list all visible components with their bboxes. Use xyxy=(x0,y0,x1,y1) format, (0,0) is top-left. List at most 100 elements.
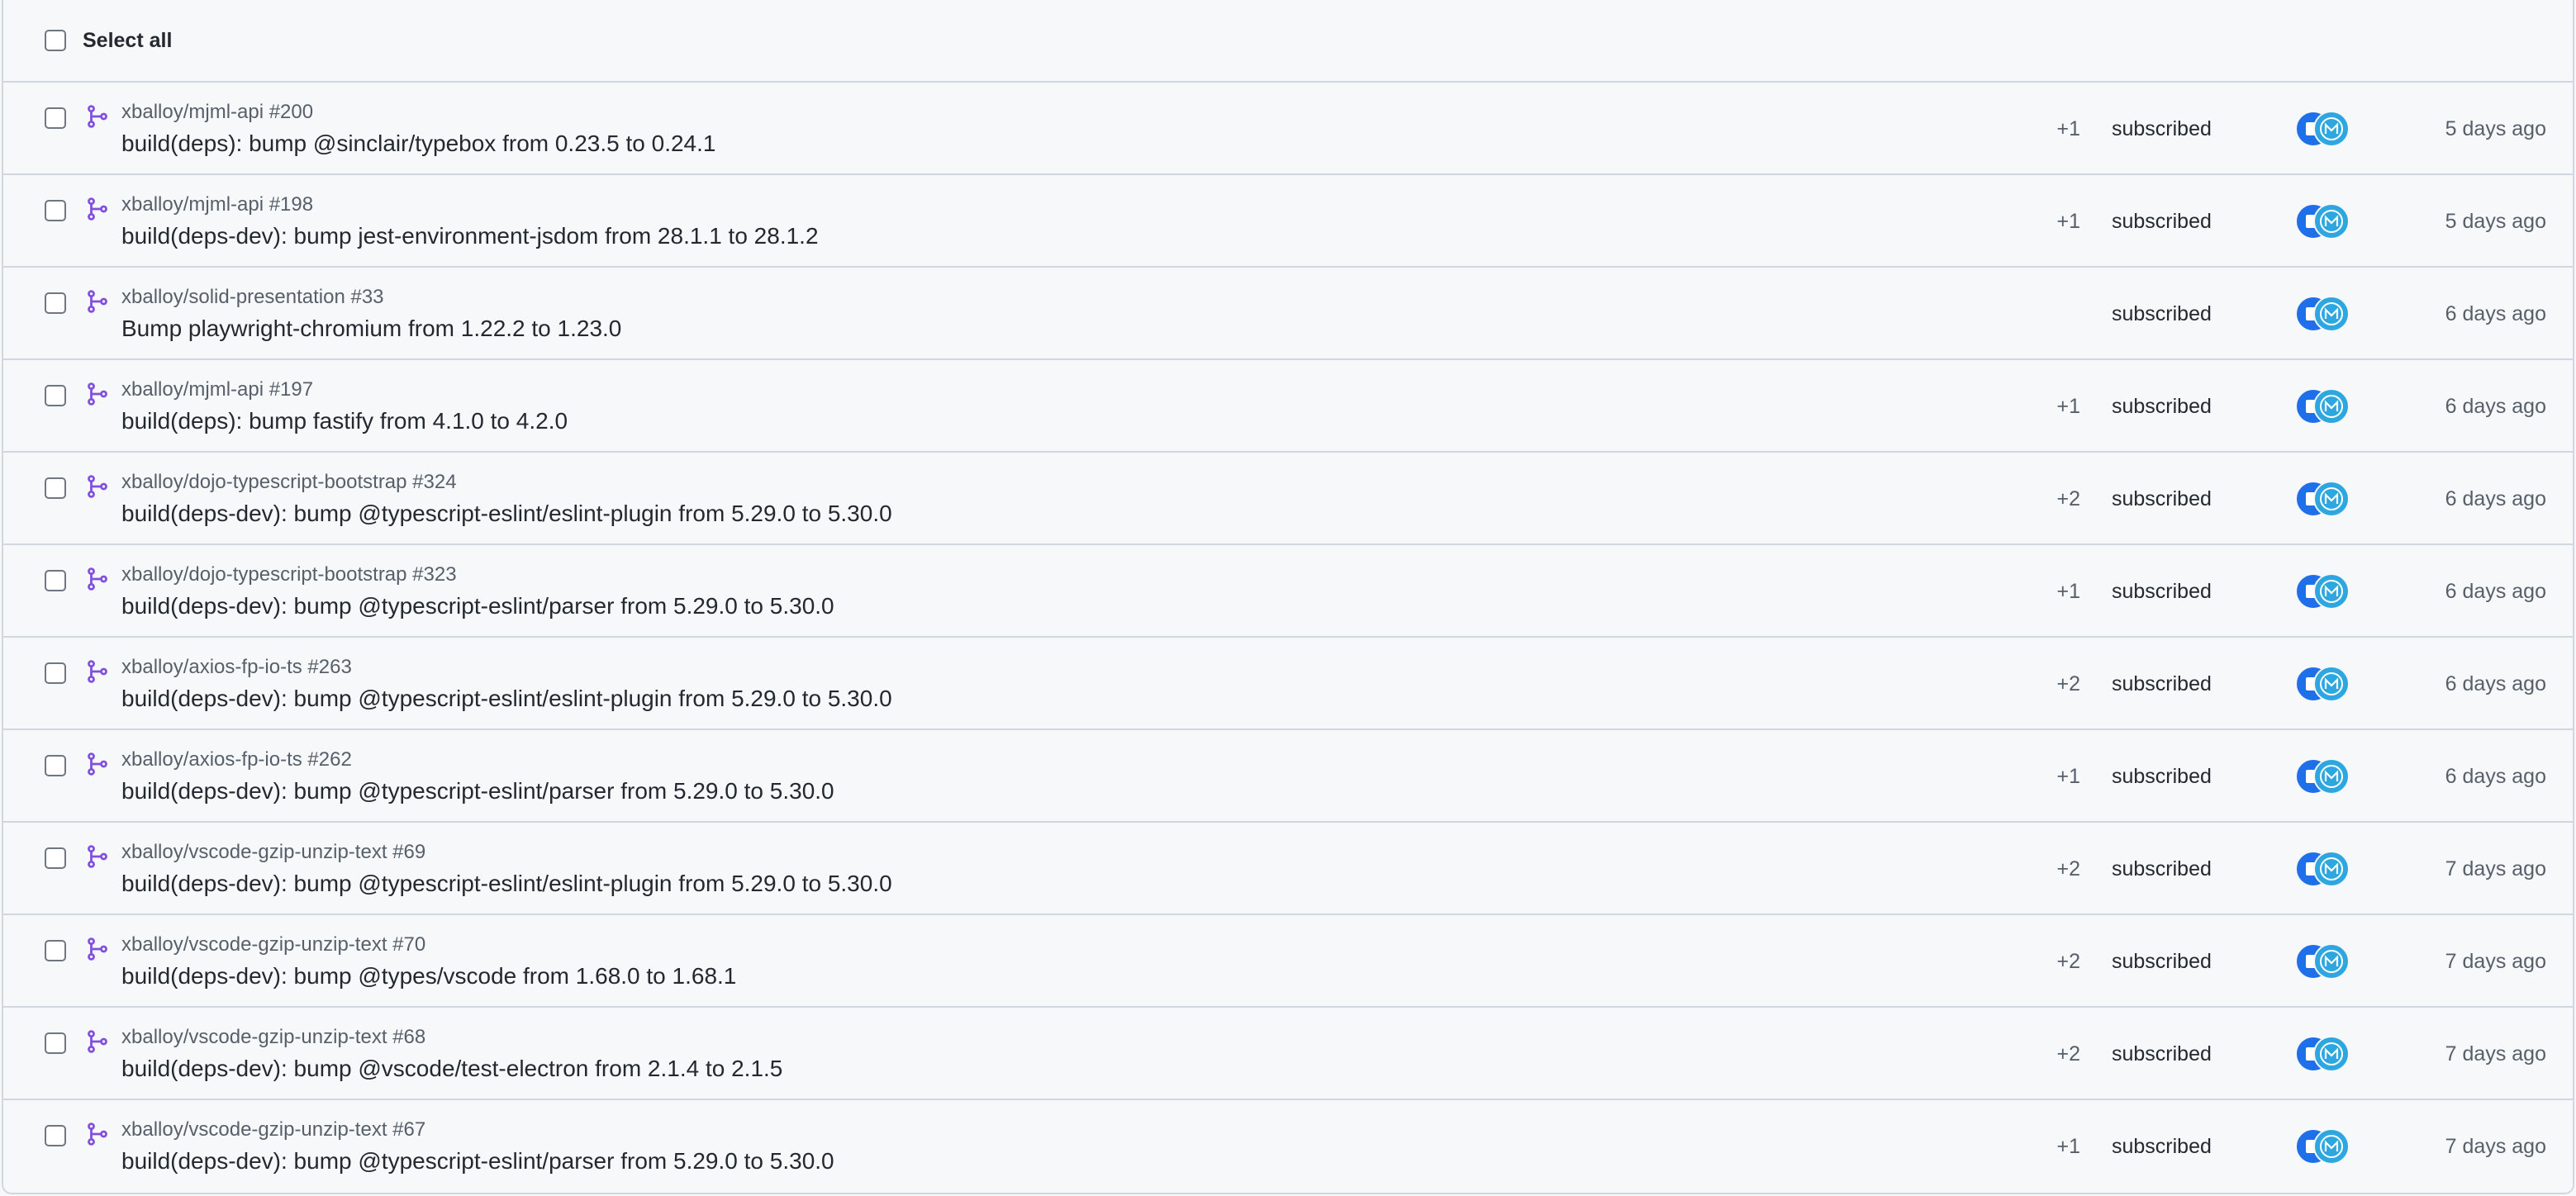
notification-row[interactable]: xballoy/axios-fp-io-ts #263 build(deps-d… xyxy=(3,638,2573,730)
repo-and-number[interactable]: xballoy/mjml-api #200 xyxy=(121,101,313,124)
bot-avatar-icon xyxy=(2320,395,2343,418)
row-checkbox[interactable] xyxy=(45,477,66,499)
notification-title[interactable]: build(deps-dev): bump @typescript-eslint… xyxy=(121,501,892,527)
notification-title[interactable]: build(deps): bump fastify from 4.1.0 to … xyxy=(121,408,568,434)
updated-time: 6 days ago xyxy=(2445,302,2546,325)
avatar xyxy=(2313,573,2350,610)
notification-title[interactable]: build(deps-dev): bump @typescript-eslint… xyxy=(121,593,834,619)
row-checkbox[interactable] xyxy=(45,385,66,406)
pull-request-icon xyxy=(88,197,107,221)
select-all-checkbox[interactable] xyxy=(45,30,66,51)
notification-reason: subscribed xyxy=(2112,1135,2212,1158)
avatar xyxy=(2313,388,2350,425)
row-checkbox[interactable] xyxy=(45,570,66,591)
notification-row[interactable]: xballoy/vscode-gzip-unzip-text #69 build… xyxy=(3,823,2573,915)
avatar xyxy=(2313,1128,2350,1165)
comment-count: +1 xyxy=(2056,117,2080,140)
row-checkbox[interactable] xyxy=(45,1125,66,1146)
participant-avatars xyxy=(2295,943,2350,980)
notifications-list: Select all xballoy/mjml-api #200 build(d… xyxy=(2,0,2574,1194)
comment-count: +2 xyxy=(2056,857,2080,880)
avatar xyxy=(2313,851,2350,887)
notification-row[interactable]: xballoy/solid-presentation #33 Bump play… xyxy=(3,268,2573,360)
notification-row[interactable]: xballoy/vscode-gzip-unzip-text #70 build… xyxy=(3,915,2573,1008)
bot-avatar-icon xyxy=(2320,1135,2343,1158)
notification-title[interactable]: build(deps-dev): bump @typescript-eslint… xyxy=(121,1148,834,1175)
pull-request-icon xyxy=(88,475,107,498)
updated-time: 5 days ago xyxy=(2445,117,2546,140)
repo-and-number[interactable]: xballoy/vscode-gzip-unzip-text #70 xyxy=(121,933,425,956)
notification-row[interactable]: xballoy/axios-fp-io-ts #262 build(deps-d… xyxy=(3,730,2573,823)
notification-row[interactable]: xballoy/mjml-api #200 build(deps): bump … xyxy=(3,83,2573,175)
notification-rows: xballoy/mjml-api #200 build(deps): bump … xyxy=(3,83,2573,1193)
participant-avatars xyxy=(2295,851,2350,887)
comment-count: +2 xyxy=(2056,1042,2080,1065)
updated-time: 7 days ago xyxy=(2445,1042,2546,1065)
notification-title[interactable]: build(deps-dev): bump @types/vscode from… xyxy=(121,963,736,990)
pull-request-icon xyxy=(88,1122,107,1146)
repo-and-number[interactable]: xballoy/dojo-typescript-bootstrap #324 xyxy=(121,471,457,494)
repo-and-number[interactable]: xballoy/dojo-typescript-bootstrap #323 xyxy=(121,563,457,586)
avatar xyxy=(2313,203,2350,240)
pull-request-icon xyxy=(88,105,107,128)
updated-time: 7 days ago xyxy=(2445,857,2546,880)
comment-count: +1 xyxy=(2056,580,2080,603)
notification-title[interactable]: build(deps): bump @sinclair/typebox from… xyxy=(121,131,715,157)
row-checkbox[interactable] xyxy=(45,200,66,221)
row-checkbox[interactable] xyxy=(45,847,66,869)
repo-and-number[interactable]: xballoy/vscode-gzip-unzip-text #68 xyxy=(121,1026,425,1049)
updated-time: 7 days ago xyxy=(2445,950,2546,973)
participant-avatars xyxy=(2295,573,2350,610)
notification-row[interactable]: xballoy/mjml-api #198 build(deps-dev): b… xyxy=(3,175,2573,268)
updated-time: 6 days ago xyxy=(2445,395,2546,418)
avatar xyxy=(2313,666,2350,702)
notification-title[interactable]: build(deps-dev): bump @typescript-eslint… xyxy=(121,778,834,804)
repo-and-number[interactable]: xballoy/mjml-api #198 xyxy=(121,193,313,216)
row-checkbox[interactable] xyxy=(45,292,66,314)
notification-title[interactable]: build(deps-dev): bump @typescript-eslint… xyxy=(121,686,892,712)
notification-title[interactable]: build(deps-dev): bump jest-environment-j… xyxy=(121,223,819,249)
pull-request-icon xyxy=(88,660,107,683)
repo-and-number[interactable]: xballoy/vscode-gzip-unzip-text #67 xyxy=(121,1118,425,1141)
row-checkbox[interactable] xyxy=(45,1032,66,1054)
comment-count: +1 xyxy=(2056,210,2080,233)
notification-title[interactable]: build(deps-dev): bump @typescript-eslint… xyxy=(121,871,892,897)
list-header: Select all xyxy=(3,0,2573,83)
updated-time: 6 days ago xyxy=(2445,672,2546,695)
row-checkbox[interactable] xyxy=(45,662,66,684)
participant-avatars xyxy=(2295,203,2350,240)
comment-count: +1 xyxy=(2056,765,2080,788)
notification-row[interactable]: xballoy/mjml-api #197 build(deps): bump … xyxy=(3,360,2573,453)
repo-and-number[interactable]: xballoy/vscode-gzip-unzip-text #69 xyxy=(121,841,425,864)
comment-count: +1 xyxy=(2056,395,2080,418)
notification-row[interactable]: xballoy/vscode-gzip-unzip-text #68 build… xyxy=(3,1008,2573,1100)
repo-and-number[interactable]: xballoy/solid-presentation #33 xyxy=(121,286,384,309)
row-checkbox[interactable] xyxy=(45,940,66,961)
participant-avatars xyxy=(2295,666,2350,702)
notification-reason: subscribed xyxy=(2112,487,2212,510)
participant-avatars xyxy=(2295,1128,2350,1165)
participant-avatars xyxy=(2295,111,2350,147)
notification-row[interactable]: xballoy/vscode-gzip-unzip-text #67 build… xyxy=(3,1100,2573,1193)
notification-reason: subscribed xyxy=(2112,580,2212,603)
select-all-label[interactable]: Select all xyxy=(83,29,172,53)
notification-reason: subscribed xyxy=(2112,210,2212,233)
notification-title[interactable]: build(deps-dev): bump @vscode/test-elect… xyxy=(121,1056,782,1082)
repo-and-number[interactable]: xballoy/axios-fp-io-ts #263 xyxy=(121,656,352,679)
avatar xyxy=(2313,758,2350,795)
bot-avatar-icon xyxy=(2320,857,2343,880)
repo-and-number[interactable]: xballoy/mjml-api #197 xyxy=(121,378,313,401)
notification-title[interactable]: Bump playwright-chromium from 1.22.2 to … xyxy=(121,316,621,342)
repo-and-number[interactable]: xballoy/axios-fp-io-ts #262 xyxy=(121,748,352,771)
row-checkbox[interactable] xyxy=(45,755,66,776)
bot-avatar-icon xyxy=(2320,672,2343,695)
bot-avatar-icon xyxy=(2320,1042,2343,1065)
row-checkbox[interactable] xyxy=(45,107,66,129)
pull-request-icon xyxy=(88,1030,107,1053)
notification-reason: subscribed xyxy=(2112,857,2212,880)
participant-avatars xyxy=(2295,481,2350,517)
participant-avatars xyxy=(2295,296,2350,332)
notification-row[interactable]: xballoy/dojo-typescript-bootstrap #324 b… xyxy=(3,453,2573,545)
notification-row[interactable]: xballoy/dojo-typescript-bootstrap #323 b… xyxy=(3,545,2573,638)
pull-request-icon xyxy=(88,567,107,591)
